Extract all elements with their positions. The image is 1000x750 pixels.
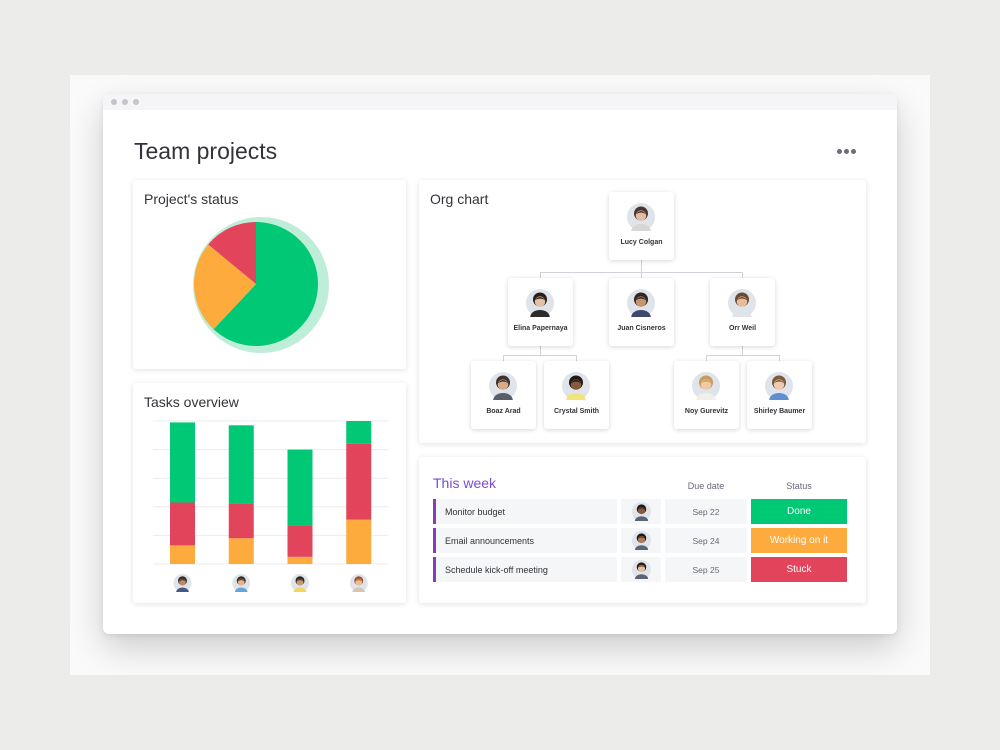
bar-avatar-icon xyxy=(291,574,309,592)
bar-avatar-icon xyxy=(232,574,251,592)
window-titlebar xyxy=(103,94,897,110)
employee-name: Juan Cisneros xyxy=(617,325,666,332)
avatar-icon xyxy=(489,372,517,407)
avatar-icon xyxy=(489,372,517,407)
tasks-overview-bar-chart xyxy=(153,420,388,592)
avatar-icon xyxy=(692,372,720,407)
bar-segment-done[interactable] xyxy=(287,449,313,526)
org-employee-card[interactable]: Lucy Colgan xyxy=(609,192,674,260)
avatar-icon xyxy=(627,289,655,324)
project-status-pie-chart xyxy=(193,217,329,353)
task-name[interactable]: Schedule kick-off meeting xyxy=(433,557,617,582)
bar-segment-stuck[interactable] xyxy=(346,443,372,520)
task-name[interactable]: Email announcements xyxy=(433,528,617,553)
org-connector-line xyxy=(540,346,541,355)
task-status-label[interactable]: Working on it xyxy=(751,528,847,553)
task-due-date[interactable]: Sep 25 xyxy=(665,557,747,582)
avatar-icon xyxy=(765,372,793,407)
org-connector-line xyxy=(706,355,780,356)
avatar-icon xyxy=(632,502,651,526)
employee-name: Noy Gurevitz xyxy=(684,408,729,415)
org-employee-card[interactable]: Juan Cisneros xyxy=(609,278,674,346)
window-dot-icon xyxy=(122,99,128,105)
task-status-label[interactable]: Stuck xyxy=(751,557,847,582)
avatar-icon xyxy=(632,502,651,526)
avatar-icon xyxy=(728,289,756,324)
avatar-icon xyxy=(632,531,651,555)
org-chart-panel: Org chart Lucy Colgan Elina Papernaya Juan… xyxy=(419,180,866,443)
page-title: Team projects xyxy=(134,138,278,164)
task-owner-cell[interactable] xyxy=(621,499,661,526)
bar-segment-working[interactable] xyxy=(346,519,372,564)
employee-name: Crystal Smith xyxy=(553,408,600,415)
org-employee-card[interactable]: Crystal Smith xyxy=(544,361,609,429)
avatar-icon xyxy=(562,372,590,407)
task-owner-cell[interactable] xyxy=(621,557,661,584)
window-dot-icon xyxy=(111,99,117,105)
employee-name: Lucy Colgan xyxy=(620,239,663,246)
org-connector-line xyxy=(641,260,642,272)
status-column-header: Status xyxy=(786,481,812,491)
bar-segment-working[interactable] xyxy=(287,556,313,564)
task-row[interactable]: Schedule kick-off meeting Sep 25 Stuck xyxy=(433,557,849,584)
bar-segment-done[interactable] xyxy=(170,422,195,503)
tasks-overview-panel: Tasks overview xyxy=(133,383,406,603)
avatar-icon xyxy=(728,289,756,324)
avatar-icon xyxy=(526,289,554,324)
task-due-date[interactable]: Sep 22 xyxy=(665,499,747,524)
bar-segment-done[interactable] xyxy=(346,421,372,444)
app-window: Team projects Project's status Tasks ove… xyxy=(103,94,897,634)
employee-name: Shirley Baumer xyxy=(753,408,806,415)
employee-name: Boaz Arad xyxy=(486,408,521,415)
task-owner-cell[interactable] xyxy=(621,528,661,555)
avatar-icon xyxy=(627,203,655,238)
bar-segment-stuck[interactable] xyxy=(170,502,195,546)
bar-avatar-icon xyxy=(349,574,368,592)
task-row[interactable]: Monitor budget Sep 22 Done xyxy=(433,499,849,526)
avatar-icon xyxy=(627,289,655,324)
project-status-panel: Project's status xyxy=(133,180,406,369)
avatar-icon xyxy=(562,372,590,407)
task-name[interactable]: Monitor budget xyxy=(433,499,617,524)
window-dot-icon xyxy=(133,99,139,105)
org-chart-title: Org chart xyxy=(430,191,489,207)
org-employee-card[interactable]: Elina Papernaya xyxy=(508,278,573,346)
avatar-icon xyxy=(632,531,651,555)
avatar-icon xyxy=(627,203,655,238)
org-employee-card[interactable]: Noy Gurevitz xyxy=(674,361,739,429)
avatar-icon xyxy=(632,560,651,584)
task-status-label[interactable]: Done xyxy=(751,499,847,524)
org-employee-card[interactable]: Boaz Arad xyxy=(471,361,536,429)
due-date-column-header: Due date xyxy=(687,481,725,491)
org-employee-card[interactable]: Orr Weil xyxy=(710,278,775,346)
bar-segment-stuck[interactable] xyxy=(228,503,254,539)
this-week-title: This week xyxy=(433,475,497,491)
bar-segment-done[interactable] xyxy=(228,425,254,504)
org-employee-card[interactable]: Shirley Baumer xyxy=(747,361,812,429)
task-due-date[interactable]: Sep 24 xyxy=(665,528,747,553)
avatar-icon xyxy=(765,372,793,407)
this-week-panel: This week Due date Status Monitor budget… xyxy=(419,457,866,603)
employee-name: Elina Papernaya xyxy=(513,325,568,332)
avatar-icon xyxy=(526,289,554,324)
bar-avatar-icon xyxy=(173,574,192,592)
org-connector-line xyxy=(503,355,577,356)
org-connector-line xyxy=(742,346,743,355)
avatar-icon xyxy=(692,372,720,407)
bar-segment-working[interactable] xyxy=(228,538,254,564)
bar-segment-stuck[interactable] xyxy=(287,525,313,557)
more-options-icon[interactable] xyxy=(837,149,857,155)
employee-name: Orr Weil xyxy=(728,325,757,332)
bar-segment-working[interactable] xyxy=(170,545,195,564)
task-row[interactable]: Email announcements Sep 24 Working on it xyxy=(433,528,849,555)
avatar-icon xyxy=(632,560,651,584)
